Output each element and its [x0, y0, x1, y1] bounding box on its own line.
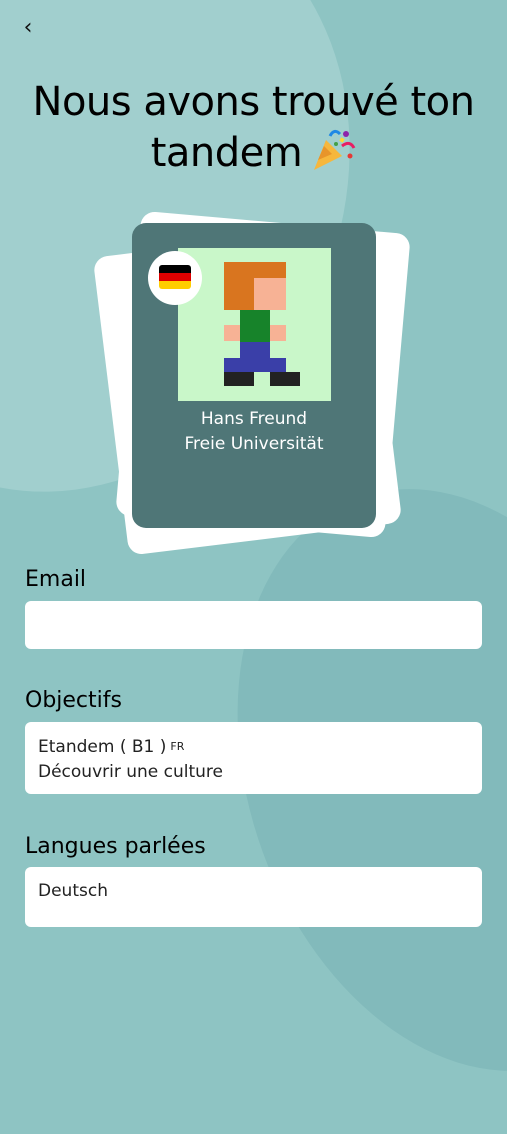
page-title: Nous avons trouvé ton tandem	[0, 78, 507, 183]
objective-level: Etandem ( B1 ) FR	[38, 737, 184, 757]
tandem-profile-card[interactable]: Hans Freund Freie Universität	[132, 223, 376, 528]
chevron-left-icon: ‹	[23, 15, 33, 40]
objective-goal: Découvrir une culture	[38, 762, 224, 782]
languages-field[interactable]: Deutsch	[25, 867, 482, 927]
germany-flag-icon	[148, 251, 202, 305]
title-word: tandem	[150, 130, 303, 176]
email-field[interactable]	[25, 601, 482, 649]
objectives-label: Objectifs	[25, 688, 122, 713]
language-value: Deutsch	[38, 881, 108, 901]
back-button[interactable]: ‹	[14, 14, 42, 42]
title-line-2: tandem	[0, 126, 507, 183]
party-popper-icon	[310, 126, 356, 183]
tandem-university: Freie Universität	[184, 434, 324, 454]
email-label: Email	[25, 567, 87, 592]
title-line-1: Nous avons trouvé ton	[32, 79, 475, 125]
objectives-field[interactable]: Etandem ( B1 ) FR Découvrir une culture	[25, 722, 482, 794]
objective-level-text: Etandem ( B1 )	[38, 737, 167, 757]
languages-label: Langues parlées	[25, 834, 206, 859]
objective-language-code: FR	[170, 740, 185, 753]
tandem-name: Hans Freund	[200, 409, 308, 429]
